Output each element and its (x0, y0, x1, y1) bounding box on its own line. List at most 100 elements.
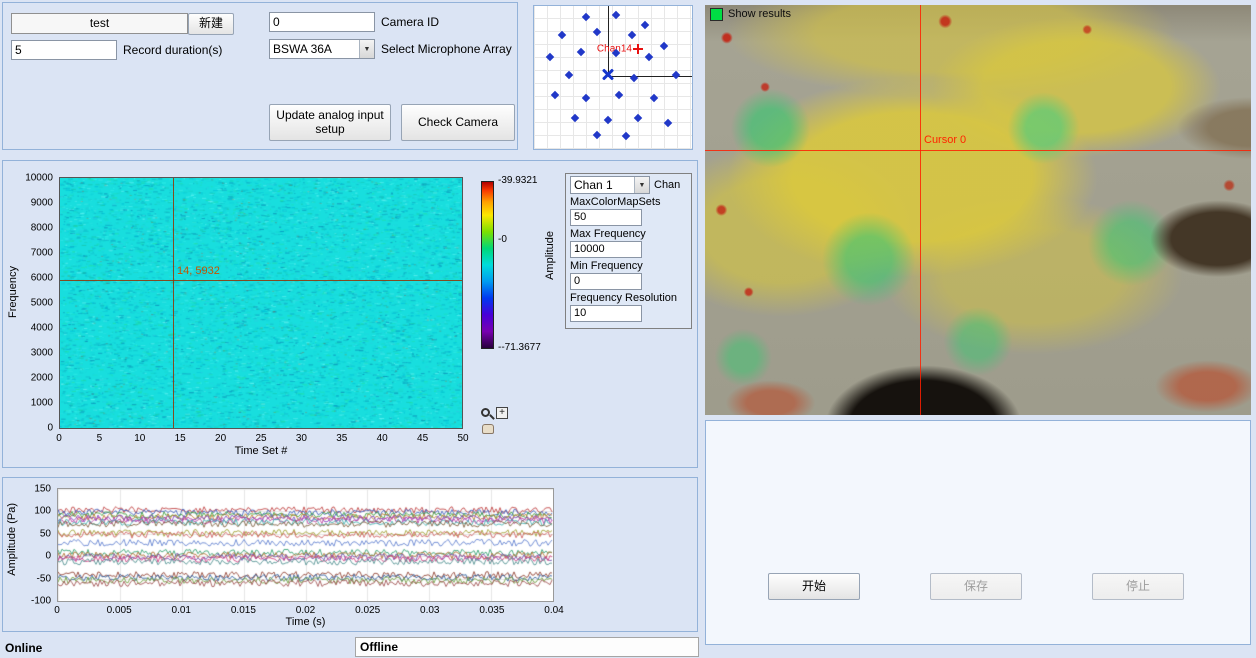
waveform-x-ticks: 00.0050.010.0150.020.0250.030.0350.04 (57, 603, 554, 615)
tick-label: 40 (377, 433, 388, 444)
colorbar-max-label: -39.9321 (498, 175, 537, 186)
array-center-marker (601, 68, 615, 82)
mic-point (582, 13, 590, 21)
chan14-marker-icon (633, 44, 643, 54)
tick-label: 0.01 (172, 605, 191, 616)
tick-label: 35 (336, 433, 347, 444)
transport-panel: 开始 保存 停止 (705, 420, 1251, 645)
mic-point (672, 70, 680, 78)
tick-label: 0.015 (231, 605, 256, 616)
update-analog-input-button[interactable]: Update analog input setup (269, 104, 391, 141)
tick-label: 15 (175, 433, 186, 444)
tick-label: 100 (34, 506, 51, 517)
microphone-array-label: Select Microphone Array (381, 42, 512, 56)
record-duration-input[interactable]: 5 (11, 40, 117, 60)
show-results-label: Show results (728, 8, 791, 20)
acquisition-controls-panel: test 新建 0 Camera ID 5 Record duration(s)… (2, 2, 518, 150)
offline-status-box: Offline (355, 637, 699, 657)
tick-label: 0.025 (355, 605, 380, 616)
tick-label: 2000 (31, 373, 53, 384)
tick-label: 10 (134, 433, 145, 444)
mic-point (634, 113, 642, 121)
display-settings-group: Chan 1 ▼ Chan MaxColorMapSets 50 Max Fre… (565, 173, 692, 329)
channel-label: Chan (654, 179, 680, 191)
max-frequency-label: Max Frequency (570, 228, 687, 240)
show-results-checkbox[interactable] (710, 8, 723, 21)
record-duration-label: Record duration(s) (123, 43, 222, 57)
microphone-array-dropdown[interactable]: BSWA 36A ▼ (269, 39, 375, 59)
frequency-resolution-label: Frequency Resolution (570, 292, 687, 304)
mic-point (577, 48, 585, 56)
tick-label: 0.035 (479, 605, 504, 616)
offline-status-text: Offline (360, 640, 398, 654)
camera-cursor-label: Cursor 0 (924, 134, 966, 146)
camera-cursor-vline[interactable] (920, 5, 921, 415)
colorbar-title: Amplitude (544, 231, 556, 280)
acoustic-heatmap-image[interactable] (705, 5, 1251, 415)
camera-id-label: Camera ID (381, 15, 439, 29)
spectrogram-y-ticks: 1000090008000700060005000400030002000100… (21, 178, 55, 428)
mic-point (593, 27, 601, 35)
acoustic-camera-app: test 新建 0 Camera ID 5 Record duration(s)… (0, 0, 1256, 658)
tick-label: 7000 (31, 248, 53, 259)
pan-hand-tool-icon[interactable] (482, 424, 494, 434)
mic-point (645, 53, 653, 61)
tick-label: 10000 (25, 173, 53, 184)
tick-label: 20 (215, 433, 226, 444)
mic-point (558, 30, 566, 38)
mic-array-plot-panel: Chan14 (533, 5, 693, 150)
array-cursor-vline (608, 6, 609, 76)
tick-label: 0 (45, 551, 51, 562)
tick-label: 8000 (31, 223, 53, 234)
spectrogram-panel: Frequency 100009000800070006000500040003… (2, 160, 698, 468)
mic-point (546, 53, 554, 61)
tick-label: 50 (457, 433, 468, 444)
mic-array-plot[interactable]: Chan14 (534, 6, 692, 149)
spectrogram-cursor-hline[interactable] (60, 280, 462, 281)
camera-id-input[interactable]: 0 (269, 12, 375, 32)
tick-label: 30 (296, 433, 307, 444)
tick-label: 45 (417, 433, 428, 444)
tick-label: 6000 (31, 273, 53, 284)
tick-label: 1000 (31, 398, 53, 409)
check-camera-button[interactable]: Check Camera (401, 104, 515, 141)
max-colormap-input[interactable]: 50 (570, 209, 642, 226)
online-status-text: Online (5, 641, 42, 655)
min-frequency-label: Min Frequency (570, 260, 687, 272)
save-button[interactable]: 保存 (930, 573, 1022, 600)
tick-label: 0 (47, 423, 53, 434)
min-frequency-input[interactable]: 0 (570, 273, 642, 290)
mic-point (565, 70, 573, 78)
tick-label: 5000 (31, 298, 53, 309)
camera-cursor-hline[interactable] (705, 150, 1251, 151)
tick-label: 0.04 (544, 605, 563, 616)
mic-point (593, 130, 601, 138)
tick-label: 25 (255, 433, 266, 444)
start-button[interactable]: 开始 (768, 573, 860, 600)
mic-point (571, 113, 579, 121)
chevron-down-icon: ▼ (359, 40, 374, 58)
amplitude-colorbar (481, 181, 494, 349)
spectrogram-x-ticks: 05101520253035404550 (59, 431, 463, 443)
plus-icon: + (499, 407, 505, 418)
channel-dropdown[interactable]: Chan 1 ▼ (570, 176, 650, 194)
colorbar-mid-label: -0 (498, 234, 507, 245)
test-name-input[interactable]: test (11, 13, 188, 34)
stop-button[interactable]: 停止 (1092, 573, 1184, 600)
waveform-ylabel: Amplitude (Pa) (6, 503, 18, 576)
tick-label: -100 (31, 596, 51, 607)
spectrogram-cursor-label: 14, 5932 (177, 265, 220, 277)
spectrogram-canvas[interactable] (59, 177, 463, 429)
waveform-y-ticks: 150100500-50-100 (23, 489, 53, 601)
zoom-tool-icon[interactable] (480, 407, 494, 421)
max-frequency-input[interactable]: 10000 (570, 241, 642, 258)
tick-label: 50 (40, 528, 51, 539)
cursor-tool-icon[interactable]: + (496, 407, 508, 419)
frequency-resolution-input[interactable]: 10 (570, 305, 642, 322)
tick-label: 0.02 (296, 605, 315, 616)
waveform-canvas[interactable] (57, 488, 554, 602)
spectrogram-cursor-vline[interactable] (173, 178, 174, 428)
colorbar-min-label: --71.3677 (498, 342, 541, 353)
new-button[interactable]: 新建 (188, 13, 234, 35)
spectrogram-xlabel: Time Set # (59, 445, 463, 457)
